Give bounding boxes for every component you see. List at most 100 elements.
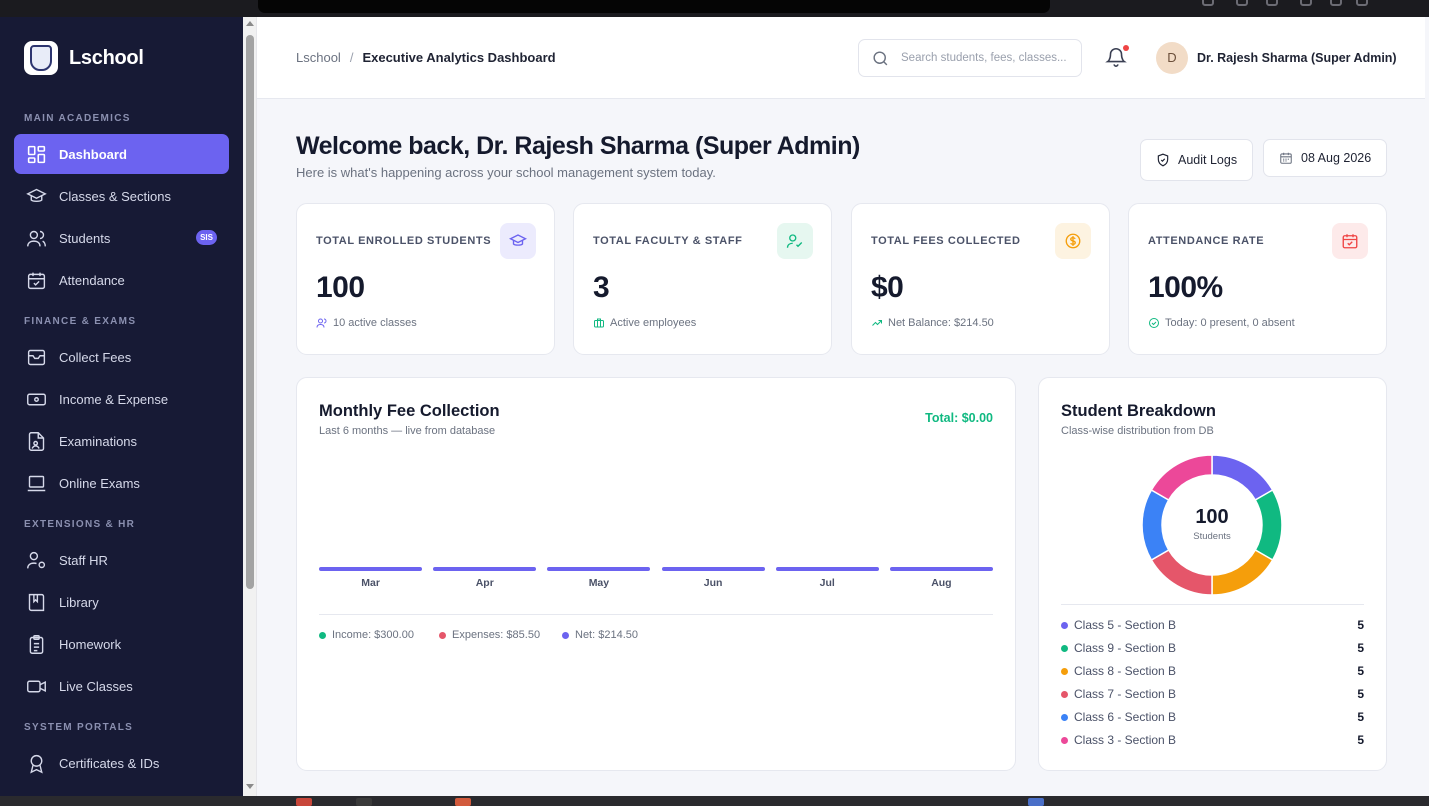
search-input[interactable]: Search students, fees, classes... bbox=[858, 39, 1082, 77]
breadcrumb-current: Executive Analytics Dashboard bbox=[362, 50, 556, 65]
date-picker[interactable]: 08 Aug 2026 bbox=[1263, 139, 1388, 177]
sidebar-item-attendance[interactable]: Attendance bbox=[14, 260, 229, 300]
sidebar-item-homework[interactable]: Homework bbox=[14, 624, 229, 664]
breadcrumb-root[interactable]: Lschool bbox=[296, 50, 341, 65]
stat-subtext: 10 active classes bbox=[316, 317, 417, 329]
scrollbar-thumb[interactable] bbox=[246, 35, 254, 589]
sidebar-item-label: Certificates & IDs bbox=[59, 755, 160, 771]
video-icon bbox=[27, 680, 46, 692]
donut-slice[interactable] bbox=[1150, 454, 1213, 502]
extension-icon[interactable] bbox=[1330, 0, 1342, 6]
extension-icon[interactable] bbox=[1356, 0, 1368, 6]
legend-label: Income: $300.00 bbox=[332, 629, 414, 641]
chart-bar bbox=[661, 567, 765, 571]
stat-value: 100% bbox=[1148, 271, 1223, 304]
stat-label: ATTENDANCE RATE bbox=[1148, 235, 1265, 247]
legend-dot bbox=[1061, 644, 1068, 652]
trending-up-icon bbox=[872, 320, 882, 326]
section-heading: SYSTEM PORTALS bbox=[24, 722, 134, 733]
sidebar-item-dashboard[interactable]: Dashboard bbox=[14, 134, 229, 174]
donut-slice[interactable] bbox=[1211, 548, 1274, 596]
audit-logs-button[interactable]: Audit Logs bbox=[1140, 139, 1254, 181]
sidebar: Lschool MAIN ACADEMICS Dashboard Classes… bbox=[0, 17, 243, 796]
section-heading: MAIN ACADEMICS bbox=[24, 113, 131, 124]
brand-name: Lschool bbox=[69, 46, 144, 69]
browser-toolbar bbox=[0, 0, 1429, 17]
sidebar-item-students[interactable]: Students SIS bbox=[14, 218, 229, 258]
section-heading: EXTENSIONS & HR bbox=[24, 519, 136, 530]
logo-icon bbox=[24, 41, 58, 75]
page-title: Welcome back, Dr. Rajesh Sharma (Super A… bbox=[296, 132, 860, 160]
stat-value: 3 bbox=[593, 271, 610, 304]
donut-chart: 100 Students bbox=[1140, 453, 1284, 597]
sidebar-item-label: Dashboard bbox=[59, 146, 127, 162]
stat-subtext-label: Active employees bbox=[610, 317, 697, 329]
class-count: 5 bbox=[1357, 733, 1364, 747]
x-tick-label: Jun bbox=[703, 577, 723, 589]
app-icon[interactable] bbox=[296, 798, 312, 806]
search-icon bbox=[873, 51, 888, 66]
check-circle-icon bbox=[1149, 318, 1159, 328]
sidebar-item-classes[interactable]: Classes & Sections bbox=[14, 176, 229, 216]
student-breakdown-card: Student Breakdown Class-wise distributio… bbox=[1038, 377, 1387, 771]
banknote-icon bbox=[27, 393, 46, 405]
breakdown-row: Class 5 - Section B 5 bbox=[1061, 616, 1364, 634]
stat-subtext: Net Balance: $214.50 bbox=[871, 317, 994, 329]
donut-slice[interactable] bbox=[1211, 454, 1274, 502]
audit-logs-label: Audit Logs bbox=[1178, 153, 1238, 167]
scroll-up-icon[interactable] bbox=[246, 21, 254, 26]
sidebar-item-label: Attendance bbox=[59, 272, 125, 288]
sidebar-item-certificates[interactable]: Certificates & IDs bbox=[14, 743, 229, 783]
sidebar-item-library[interactable]: Library bbox=[14, 582, 229, 622]
sidebar-item-label: Staff HR bbox=[59, 552, 108, 568]
sidebar-item-live-classes[interactable]: Live Classes bbox=[14, 666, 229, 706]
section-heading: FINANCE & EXAMS bbox=[24, 316, 137, 327]
legend-label: Expenses: $85.50 bbox=[452, 629, 541, 641]
sidebar-item-label: Classes & Sections bbox=[59, 188, 171, 204]
stat-card-students: TOTAL ENROLLED STUDENTS 100 10 active cl… bbox=[296, 203, 555, 355]
book-icon bbox=[28, 593, 45, 611]
x-tick-label: Mar bbox=[361, 577, 380, 589]
legend-dot bbox=[1061, 621, 1068, 629]
fee-chart-card: Monthly Fee Collection Last 6 months — l… bbox=[296, 377, 1016, 771]
sidebar-item-collect-fees[interactable]: Collect Fees bbox=[14, 337, 229, 377]
date-label: 08 Aug 2026 bbox=[1301, 151, 1372, 165]
chart-divider bbox=[319, 614, 993, 615]
calendar-check-icon bbox=[1332, 223, 1368, 259]
scroll-down-icon[interactable] bbox=[246, 784, 254, 789]
extension-icon[interactable] bbox=[1266, 0, 1278, 6]
extension-icon[interactable] bbox=[1300, 0, 1312, 6]
app-icon[interactable] bbox=[1028, 798, 1044, 806]
briefcase-icon bbox=[594, 318, 604, 328]
sidebar-item-online-exams[interactable]: Online Exams bbox=[14, 463, 229, 503]
brand[interactable]: Lschool bbox=[24, 41, 144, 75]
class-label: Class 3 - Section B bbox=[1074, 733, 1177, 747]
search-placeholder: Search students, fees, classes... bbox=[901, 52, 1067, 64]
chart-total: Total: $0.00 bbox=[925, 411, 993, 425]
app-icon[interactable] bbox=[356, 798, 372, 806]
app-icon[interactable] bbox=[455, 798, 471, 806]
x-tick-label: May bbox=[588, 577, 610, 589]
legend-income: Income: $300.00 bbox=[319, 629, 414, 641]
file-user-icon bbox=[28, 431, 45, 451]
sidebar-item-income-expense[interactable]: Income & Expense bbox=[14, 379, 229, 419]
address-bar[interactable] bbox=[258, 0, 1050, 13]
user-name[interactable]: Dr. Rajesh Sharma (Super Admin) bbox=[1197, 51, 1397, 65]
breadcrumb: Lschool / Executive Analytics Dashboard bbox=[296, 50, 556, 65]
sidebar-item-examinations[interactable]: Examinations bbox=[14, 421, 229, 461]
extension-icon[interactable] bbox=[1236, 0, 1248, 6]
class-label: Class 8 - Section B bbox=[1074, 664, 1177, 678]
stat-subtext-label: Today: 0 present, 0 absent bbox=[1165, 317, 1295, 329]
class-label: Class 5 - Section B bbox=[1074, 618, 1177, 632]
scrollbar[interactable] bbox=[243, 17, 257, 796]
breadcrumb-separator: / bbox=[349, 50, 354, 65]
sidebar-item-label: Online Exams bbox=[59, 475, 140, 491]
extension-icon[interactable] bbox=[1202, 0, 1214, 6]
class-count: 5 bbox=[1357, 710, 1364, 724]
donut-slice[interactable] bbox=[1150, 548, 1213, 596]
breakdown-row: Class 3 - Section B 5 bbox=[1061, 731, 1364, 749]
avatar[interactable]: D bbox=[1156, 42, 1188, 74]
legend-dot bbox=[1061, 690, 1068, 698]
sidebar-item-staff-hr[interactable]: Staff HR bbox=[14, 540, 229, 580]
stat-subtext-label: Net Balance: $214.50 bbox=[888, 317, 994, 329]
